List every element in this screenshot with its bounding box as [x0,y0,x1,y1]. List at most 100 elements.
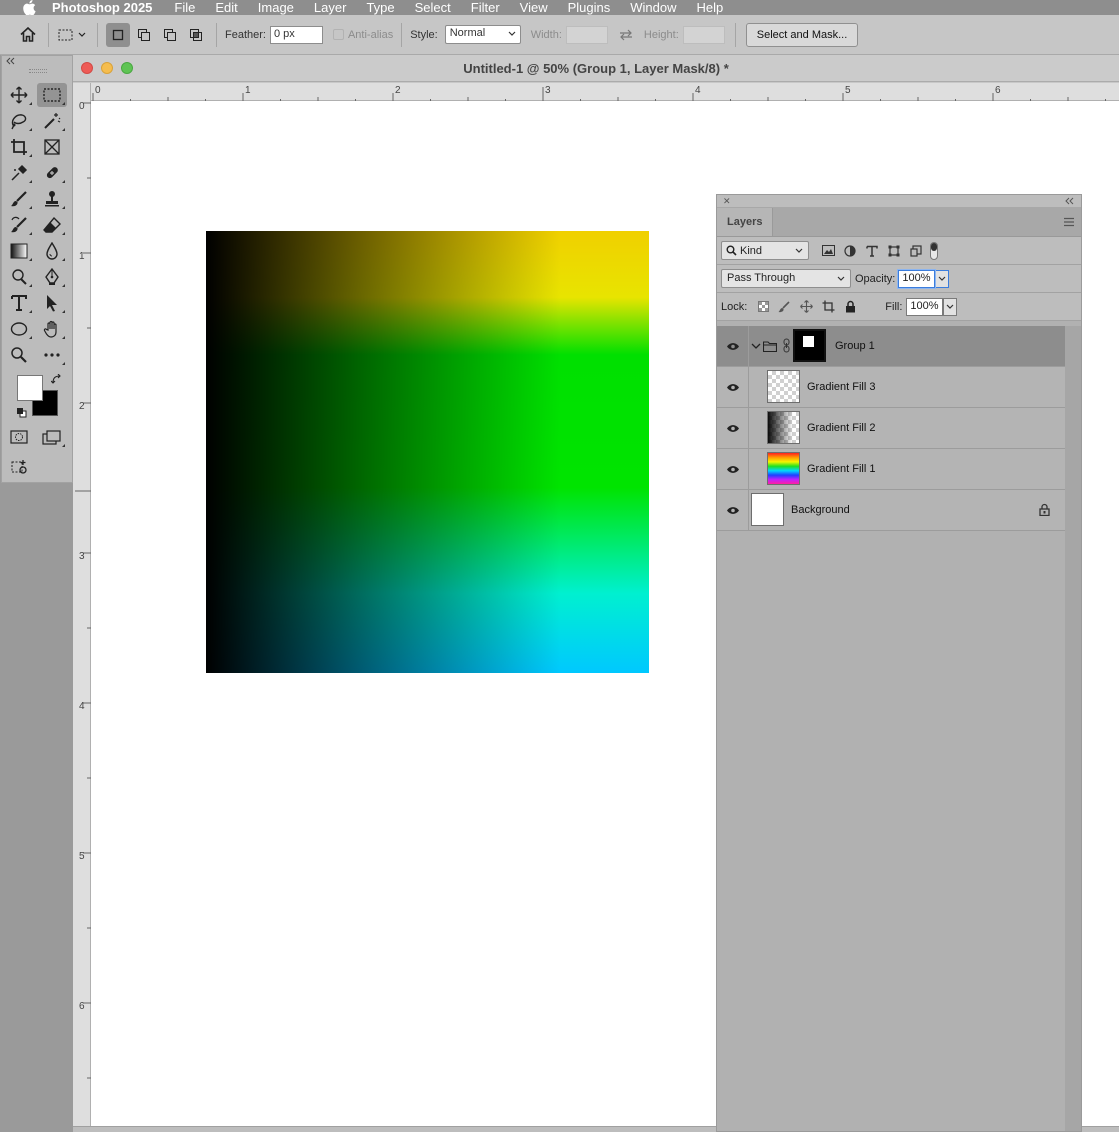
blend-mode-select[interactable]: Pass Through [721,269,851,288]
blur-tool-icon[interactable] [37,239,67,263]
intersect-selection-icon[interactable] [184,23,208,47]
menu-edit[interactable]: Edit [215,0,237,15]
close-window-button[interactable] [81,62,93,74]
lock-all-icon[interactable] [839,300,861,313]
new-selection-icon[interactable] [106,22,130,47]
lasso-tool-icon[interactable] [4,109,34,133]
magic-wand-tool-icon[interactable] [37,109,67,133]
eyedropper-tool-icon[interactable] [4,161,34,185]
default-colors-icon[interactable] [16,407,27,421]
close-panel-icon[interactable]: ✕ [723,196,731,207]
eye-icon[interactable] [725,340,741,352]
layer-row-gradient-fill-1[interactable]: Gradient Fill 1 [717,449,1065,490]
hand-tool-icon[interactable] [37,317,67,341]
menu-view[interactable]: View [520,0,548,15]
foreground-color-swatch[interactable] [17,375,43,401]
layer-row-background[interactable]: Background [717,490,1065,531]
apple-icon[interactable] [18,0,40,15]
home-icon[interactable] [16,23,40,47]
filter-kind-select[interactable]: Kind [721,241,809,260]
chain-link-icon[interactable] [783,338,790,357]
lock-transparency-icon[interactable] [753,301,773,312]
opacity-slider-button[interactable] [935,269,950,288]
filter-smart-object-icon[interactable] [905,244,927,257]
swap-width-height-icon[interactable] [614,23,638,47]
menu-select[interactable]: Select [415,0,451,15]
gradient-artwork[interactable] [206,231,649,673]
document-title-bar[interactable]: Untitled-1 @ 50% (Group 1, Layer Mask/8)… [73,55,1119,82]
dodge-tool-icon[interactable] [4,265,34,289]
layer-thumbnail[interactable] [767,370,800,403]
filter-toggle[interactable] [930,241,938,260]
antialias-checkbox[interactable] [332,29,344,40]
panel-header[interactable]: ✕ [717,195,1081,207]
healing-brush-tool-icon[interactable] [37,161,67,185]
height-input[interactable] [682,25,725,44]
menu-help[interactable]: Help [697,0,724,15]
layer-thumbnail[interactable] [751,493,784,526]
frame-tool-icon[interactable] [37,135,67,159]
pen-tool-icon[interactable] [37,265,67,289]
tab-layers[interactable]: Layers [717,208,774,236]
horizontal-ruler[interactable]: 0 1 2 3 4 5 6 [91,83,1119,101]
layer-thumbnail[interactable] [767,411,800,444]
eye-icon[interactable] [725,422,741,434]
lock-position-icon[interactable] [795,300,817,313]
menu-filter[interactable]: Filter [471,0,500,15]
lock-artboard-icon[interactable] [817,300,839,313]
fill-slider-button[interactable] [943,297,958,316]
zoom-tool-icon[interactable] [4,343,34,367]
layer-row-gradient-fill-2[interactable]: Gradient Fill 2 [717,408,1065,449]
marquee-preset-picker[interactable] [57,23,89,47]
rectangular-marquee-tool-icon[interactable] [37,83,67,107]
layer-row-gradient-fill-3[interactable]: Gradient Fill 3 [717,367,1065,408]
clone-stamp-tool-icon[interactable] [37,187,67,211]
layer-thumbnail[interactable] [767,452,800,485]
fill-input[interactable]: 100% [906,297,944,316]
app-name[interactable]: Photoshop 2025 [52,0,152,15]
vertical-ruler[interactable]: 0 1 2 3 4 5 6 [73,83,91,1132]
filter-shape-icon[interactable] [883,245,905,257]
path-selection-tool-icon[interactable] [37,291,67,315]
eye-icon[interactable] [725,381,741,393]
layer-mask-thumbnail[interactable] [793,329,826,362]
filter-adjustment-icon[interactable] [839,244,861,257]
minimize-window-button[interactable] [101,62,113,74]
gradient-tool-icon[interactable] [4,239,34,263]
select-and-mask-button[interactable]: Select and Mask... [745,22,859,47]
chevron-down-icon[interactable] [751,341,761,354]
feather-input[interactable]: 0 px [269,25,323,44]
style-select[interactable]: Normal [444,25,521,44]
history-brush-tool-icon[interactable] [4,213,34,237]
menu-image[interactable]: Image [258,0,294,15]
filter-type-icon[interactable] [861,245,883,257]
eye-icon[interactable] [725,463,741,475]
double-chevron-left-icon[interactable] [6,57,16,65]
toolbar-collapse[interactable] [2,56,72,66]
lock-pixels-icon[interactable] [773,300,795,313]
add-to-selection-icon[interactable] [132,23,156,47]
layer-row-group-1[interactable]: Group 1 [717,326,1065,367]
ellipse-tool-icon[interactable] [4,317,34,341]
swap-colors-icon[interactable] [50,373,62,388]
subtract-from-selection-icon[interactable] [158,23,182,47]
filter-pixel-icon[interactable] [817,245,839,256]
eraser-tool-icon[interactable] [37,213,67,237]
menu-layer[interactable]: Layer [314,0,347,15]
edit-toolbar-icon[interactable] [4,455,34,479]
width-input[interactable] [565,25,608,44]
menu-file[interactable]: File [174,0,195,15]
move-tool-icon[interactable] [4,83,34,107]
brush-tool-icon[interactable] [4,187,34,211]
quick-mask-icon[interactable] [4,425,34,449]
toolbar-grip[interactable] [29,69,47,73]
eye-icon[interactable] [725,504,741,516]
type-tool-icon[interactable] [4,291,34,315]
more-tools-icon[interactable] [37,343,67,367]
panel-menu-icon[interactable] [1063,217,1075,227]
opacity-input[interactable]: 100% [898,269,936,288]
screen-mode-icon[interactable] [37,425,67,449]
menu-type[interactable]: Type [366,0,394,15]
menu-plugins[interactable]: Plugins [568,0,611,15]
crop-tool-icon[interactable] [4,135,34,159]
